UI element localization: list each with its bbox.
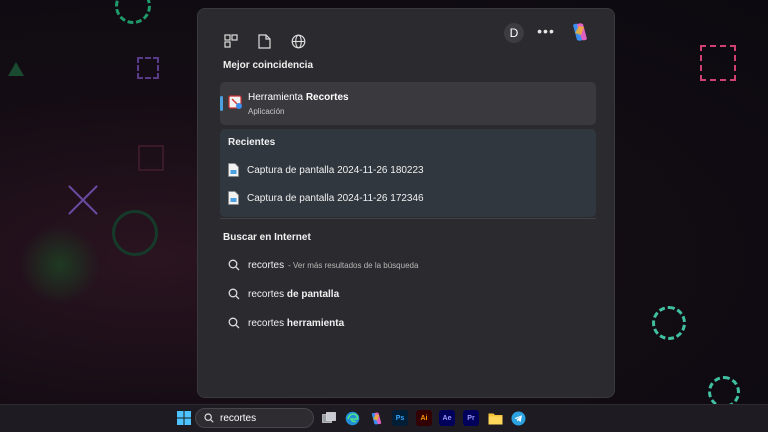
suggestion-suffix: herramienta [286,317,345,329]
suggestion-text: recortes de pantalla [248,289,339,300]
search-panel: D ••• Mejor coincidencia Herramienta Rec… [197,8,615,398]
divider [220,218,596,219]
apps-filter-icon[interactable] [222,32,240,50]
background-decoration [652,306,686,340]
search-icon [228,288,240,300]
recent-item-label: Captura de pantalla 2024-11-26 172346 [247,192,424,204]
background-decoration [138,145,164,171]
copilot-icon[interactable] [368,410,384,426]
image-file-icon [228,163,239,177]
suggestion-text: recortes [248,260,284,271]
web-suggestion[interactable]: recortes herramienta [228,314,344,332]
task-view-icon[interactable] [321,410,337,426]
documents-filter-icon[interactable] [255,32,273,50]
taskbar: Ps Ai Ae Pr [0,404,768,432]
background-decoration [115,0,151,24]
background-decoration [20,225,100,305]
user-avatar[interactable]: D [504,23,524,43]
taskbar-search-box[interactable] [195,408,314,428]
windows-start-icon[interactable] [176,410,192,426]
search-icon [204,413,214,423]
taskbar-search-input[interactable] [220,412,310,424]
suggestion-query: recortes [248,288,287,300]
suggestion-hint: - Ver más resultados de la búsqueda [288,260,419,270]
web-search-heading: Buscar en Internet [223,232,311,243]
web-filter-icon[interactable] [289,32,307,50]
photoshop-icon[interactable]: Ps [392,410,408,426]
suggestion-query: recortes [248,259,285,271]
suggestion-query: recortes [248,317,287,329]
snipping-tool-icon [228,95,244,111]
edge-icon[interactable] [344,410,360,426]
selection-indicator [220,96,223,111]
more-options-button[interactable]: ••• [536,21,556,41]
copilot-icon[interactable] [569,21,591,43]
app-name-match: Recortes [305,92,349,103]
after-effects-icon[interactable]: Ae [439,410,455,426]
illustrator-icon[interactable]: Ai [416,410,432,426]
premiere-icon[interactable]: Pr [463,410,479,426]
search-icon [228,259,240,271]
recent-item-label: Captura de pantalla 2024-11-26 180223 [247,164,424,176]
recents-heading: Recientes [228,137,276,148]
recent-item[interactable]: Captura de pantalla 2024-11-26 180223 [228,161,424,179]
app-name: Herramienta Recortes [248,92,349,103]
background-decoration [137,57,159,79]
file-explorer-icon[interactable] [487,410,503,426]
search-icon [228,317,240,329]
best-match-result[interactable]: Herramienta Recortes Aplicación [220,82,596,125]
app-kind: Aplicación [248,107,285,116]
image-file-icon [228,191,239,205]
telegram-icon[interactable] [510,410,526,426]
web-suggestion[interactable]: recortes - Ver más resultados de la búsq… [228,256,418,274]
best-match-heading: Mejor coincidencia [223,60,314,71]
web-suggestion[interactable]: recortes de pantalla [228,285,339,303]
background-decoration [8,62,24,76]
background-decoration [112,210,158,256]
recent-item[interactable]: Captura de pantalla 2024-11-26 172346 [228,189,424,207]
background-decoration [700,45,736,81]
recents-section: Recientes Captura de pantalla 2024-11-26… [220,129,596,217]
app-name-prefix: Herramienta [248,92,306,103]
suggestion-text: recortes herramienta [248,318,344,329]
suggestion-suffix: de pantalla [286,288,340,300]
